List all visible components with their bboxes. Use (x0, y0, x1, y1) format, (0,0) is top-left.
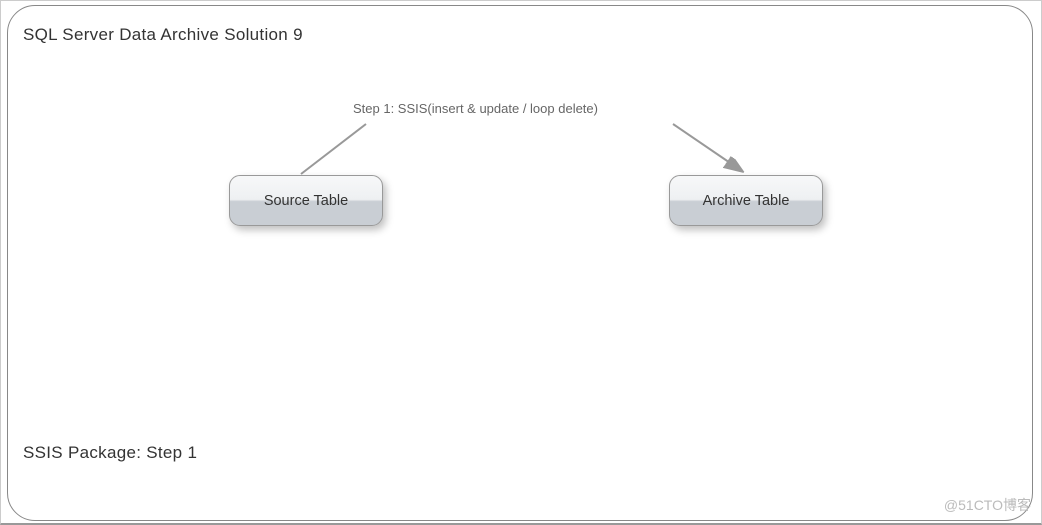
archive-table-node: Archive Table (669, 175, 823, 226)
source-table-label: Source Table (264, 193, 348, 209)
footer-label: SSIS Package: Step 1 (23, 443, 197, 463)
watermark: @51CTO博客 (944, 495, 1031, 515)
arrow-right (661, 119, 761, 179)
diagram-title: SQL Server Data Archive Solution 9 (23, 25, 303, 45)
archive-table-label: Archive Table (703, 193, 790, 209)
step-label: Step 1: SSIS(insert & update / loop dele… (353, 101, 598, 116)
source-table-node: Source Table (229, 175, 383, 226)
arrow-left (281, 119, 381, 179)
